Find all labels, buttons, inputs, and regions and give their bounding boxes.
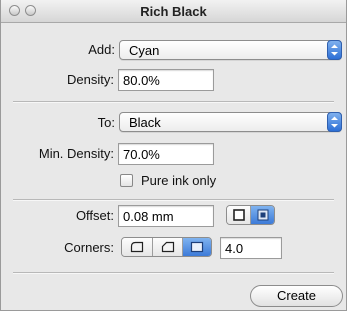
popup-arrows-icon [327,40,342,60]
corner-beveled-button[interactable] [152,238,182,256]
popup-arrows-icon [327,112,342,132]
corner-beveled-icon [161,241,174,253]
corner-square-icon [190,241,204,253]
corner-rounded-button[interactable] [122,238,152,256]
density-value: 80.0% [123,73,160,88]
to-color-select[interactable]: Black [119,112,342,132]
add-color-value: Cyan [129,43,160,58]
add-label: Add: [88,42,115,57]
density-field[interactable]: 80.0% [118,69,214,91]
offset-value: 0.08 mm [123,209,174,224]
corner-rounded-icon [130,241,144,253]
density-label: Density: [67,72,114,87]
outset-button[interactable] [227,206,251,224]
separator [13,272,334,274]
corner-style-control[interactable] [121,237,212,257]
add-color-select[interactable]: Cyan [119,40,342,60]
window-title: Rich Black [140,4,207,19]
create-button[interactable]: Create [250,285,343,307]
offset-field[interactable]: 0.08 mm [118,205,214,227]
min-density-value: 70.0% [123,147,160,162]
pure-ink-checkbox[interactable] [120,174,133,187]
rich-black-window: Rich Black Add: Cyan Density: 80.0% To: … [0,0,347,311]
min-density-field[interactable]: 70.0% [118,143,214,165]
outset-icon [232,209,245,221]
pure-ink-label: Pure ink only [141,173,217,188]
title-bar[interactable]: Rich Black [1,0,346,23]
corner-radius-field[interactable]: 4.0 [220,237,282,259]
to-color-value: Black [129,115,161,130]
min-density-label: Min. Density: [38,146,114,161]
inset-icon [257,209,269,221]
corners-label: Corners: [64,240,114,255]
offset-label: Offset: [75,208,114,223]
corner-radius-value: 4.0 [225,241,244,256]
separator [13,199,334,201]
offset-mode-control[interactable] [226,205,275,225]
corner-square-button[interactable] [182,238,211,256]
inset-button[interactable] [250,206,274,224]
separator [13,101,334,103]
to-label: To: [97,115,115,130]
